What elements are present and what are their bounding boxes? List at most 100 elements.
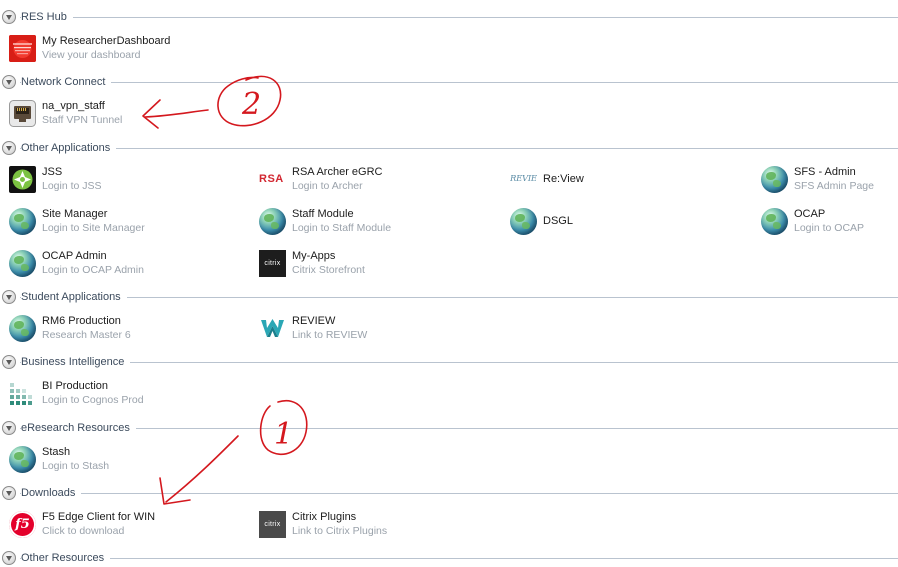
section-title: Business Intelligence: [21, 355, 131, 369]
section-other-applications: Other Applications: [0, 141, 898, 157]
app-rm6-production[interactable]: RM6 Production Research Master 6: [9, 313, 249, 347]
section-title: eResearch Resources: [21, 421, 136, 435]
app-name: Site Manager: [42, 208, 108, 220]
app-ocap[interactable]: OCAP Login to OCAP: [761, 206, 898, 240]
collapse-toggle-icon[interactable]: [2, 421, 16, 435]
section-divider: [20, 297, 898, 298]
app-name: REVIEW: [292, 315, 336, 327]
section-title: Network Connect: [21, 75, 112, 89]
app-name: My ResearcherDashboard: [42, 35, 171, 47]
citrix-icon: citrix: [259, 511, 286, 538]
section-business-intelligence: Business Intelligence: [0, 355, 898, 371]
review-w-icon: [259, 315, 286, 342]
section-divider: [20, 493, 898, 494]
app-name: Staff Module: [292, 208, 354, 220]
review-logo-text: REVIEW: [510, 174, 537, 184]
rsa-logo-icon: RSA: [259, 166, 286, 193]
app-name: Citrix Plugins: [292, 511, 357, 523]
app-name: na_vpn_staff: [42, 100, 105, 112]
app-ocap-admin[interactable]: OCAP Admin Login to OCAP Admin: [9, 248, 249, 282]
globe-icon: [259, 208, 286, 235]
app-bi-production[interactable]: BI Production Login to Cognos Prod: [9, 378, 249, 412]
app-name: OCAP Admin: [42, 250, 107, 262]
app-review-student[interactable]: REVIEW Link to REVIEW: [259, 313, 499, 347]
citrix-logo-text: citrix: [264, 521, 281, 528]
collapse-toggle-icon[interactable]: [2, 75, 16, 89]
app-description: Login to OCAP: [794, 222, 865, 234]
app-site-manager[interactable]: Site Manager Login to Site Manager: [9, 206, 249, 240]
app-researcher-dashboard[interactable]: My ResearcherDashboard View your dashboa…: [9, 33, 249, 67]
app-jss[interactable]: JSS Login to JSS: [9, 164, 249, 198]
app-name: My-Apps: [292, 250, 336, 262]
app-name: Stash: [42, 446, 71, 458]
app-description: Link to Citrix Plugins: [292, 525, 388, 537]
section-other-resources: Other Resources: [0, 551, 898, 567]
app-review[interactable]: REVIEW Re:View: [510, 164, 750, 198]
app-description: Staff VPN Tunnel: [42, 114, 123, 126]
app-staff-module[interactable]: Staff Module Login to Staff Module: [259, 206, 499, 240]
section-divider: [20, 82, 898, 83]
section-title: Other Resources: [21, 551, 111, 565]
globe-icon: [9, 208, 36, 235]
app-f5-edge-client[interactable]: f5 F5 Edge Client for WIN Click to downl…: [9, 509, 249, 543]
section-title: RES Hub: [21, 10, 73, 24]
section-eresearch-resources: eResearch Resources: [0, 421, 898, 437]
app-rsa-archer[interactable]: RSA RSA Archer eGRC Login to Archer: [259, 164, 499, 198]
globe-icon: [761, 208, 788, 235]
section-res-hub: RES Hub: [0, 10, 898, 26]
section-divider: [20, 362, 898, 363]
app-my-apps[interactable]: citrix My-Apps Citrix Storefront: [259, 248, 499, 282]
collapse-toggle-icon[interactable]: [2, 290, 16, 304]
rsa-logo-text: RSA: [259, 173, 284, 185]
app-na-vpn-staff[interactable]: na_vpn_staff Staff VPN Tunnel: [9, 98, 249, 132]
section-divider: [20, 17, 898, 18]
section-network-connect: Network Connect: [0, 75, 898, 91]
app-name: OCAP: [794, 208, 826, 220]
section-divider: [20, 148, 898, 149]
section-title: Student Applications: [21, 290, 127, 304]
app-name: JSS: [42, 166, 63, 178]
dashboard-icon: [9, 35, 36, 62]
citrix-icon: citrix: [259, 250, 286, 277]
collapse-toggle-icon[interactable]: [2, 141, 16, 155]
globe-icon: [510, 208, 537, 235]
app-name: RM6 Production: [42, 315, 121, 327]
globe-icon: [9, 315, 36, 342]
app-description: Login to Stash: [42, 460, 110, 472]
app-description: Login to JSS: [42, 180, 102, 192]
collapse-toggle-icon[interactable]: [2, 355, 16, 369]
app-description: Link to REVIEW: [292, 329, 368, 341]
collapse-toggle-icon[interactable]: [2, 551, 16, 565]
app-stash[interactable]: Stash Login to Stash: [9, 444, 249, 478]
section-title: Other Applications: [21, 141, 117, 155]
app-name: DSGL: [543, 215, 573, 227]
app-description: Login to Staff Module: [292, 222, 392, 234]
jss-icon: [9, 166, 36, 193]
section-title: Downloads: [21, 486, 82, 500]
app-name: Re:View: [543, 173, 584, 185]
collapse-toggle-icon[interactable]: [2, 10, 16, 24]
section-student-applications: Student Applications: [0, 290, 898, 306]
app-description: Login to OCAP Admin: [42, 264, 144, 276]
f5-logo-text: f5: [15, 517, 30, 532]
collapse-toggle-icon[interactable]: [2, 486, 16, 500]
app-description: SFS Admin Page: [794, 180, 874, 192]
app-description: Research Master 6: [42, 329, 131, 341]
app-citrix-plugins[interactable]: citrix Citrix Plugins Link to Citrix Plu…: [259, 509, 499, 543]
citrix-logo-text: citrix: [264, 260, 281, 267]
app-description: View your dashboard: [42, 49, 141, 61]
globe-icon: [9, 250, 36, 277]
app-description: Login to Cognos Prod: [42, 394, 144, 406]
section-divider: [20, 558, 898, 559]
app-name: SFS - Admin: [794, 166, 856, 178]
globe-icon: [761, 166, 788, 193]
app-sfs-admin[interactable]: SFS - Admin SFS Admin Page: [761, 164, 898, 198]
app-description: Login to Archer: [292, 180, 363, 192]
app-description: Login to Site Manager: [42, 222, 145, 234]
app-description: Citrix Storefront: [292, 264, 365, 276]
section-divider: [20, 428, 898, 429]
network-jack-icon: [9, 100, 36, 127]
app-dsgl[interactable]: DSGL: [510, 206, 750, 240]
app-name: F5 Edge Client for WIN: [42, 511, 156, 523]
app-name: BI Production: [42, 380, 109, 392]
